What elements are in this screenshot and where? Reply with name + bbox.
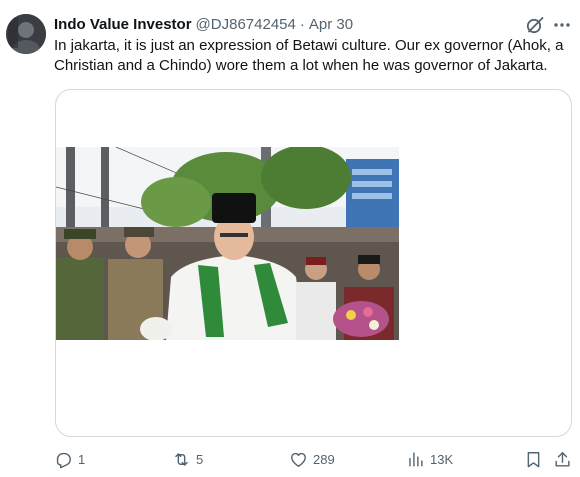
post-date[interactable]: Apr 30	[309, 16, 353, 33]
media-card[interactable]	[55, 89, 572, 437]
display-name[interactable]: Indo Value Investor	[54, 16, 192, 33]
repost-count: 5	[196, 451, 204, 467]
user-handle[interactable]: @DJ86742454	[196, 16, 296, 33]
bookmark-icon	[527, 451, 540, 467]
share-button[interactable]	[553, 448, 572, 470]
reply-count: 1	[78, 451, 86, 467]
view-count: 13K	[430, 451, 454, 467]
avatar[interactable]	[6, 14, 46, 54]
like-icon	[291, 452, 306, 467]
share-icon	[555, 451, 570, 467]
tweet-photo[interactable]	[56, 147, 399, 340]
like-button[interactable]: 289	[289, 448, 335, 470]
views-button[interactable]: 13K	[406, 448, 453, 470]
action-bar: 1 5 289 13K	[54, 448, 574, 470]
tweet-header: Indo Value Investor @DJ86742454 · Apr 30	[54, 14, 353, 34]
grok-icon[interactable]	[525, 15, 545, 35]
bookmark-button[interactable]	[524, 448, 543, 470]
reply-icon	[56, 452, 71, 468]
repost-button[interactable]: 5	[172, 448, 203, 470]
reply-button[interactable]: 1	[54, 448, 85, 470]
tweet-text: In jakarta, it is just an expression of …	[54, 37, 564, 74]
views-icon	[409, 451, 423, 467]
more-icon[interactable]	[551, 15, 573, 35]
like-count: 289	[313, 451, 335, 467]
separator-dot: ·	[299, 15, 305, 33]
tweet[interactable]: Indo Value Investor @DJ86742454 · Apr 30…	[0, 0, 580, 477]
repost-icon	[175, 452, 188, 466]
avatar-image	[6, 14, 46, 54]
